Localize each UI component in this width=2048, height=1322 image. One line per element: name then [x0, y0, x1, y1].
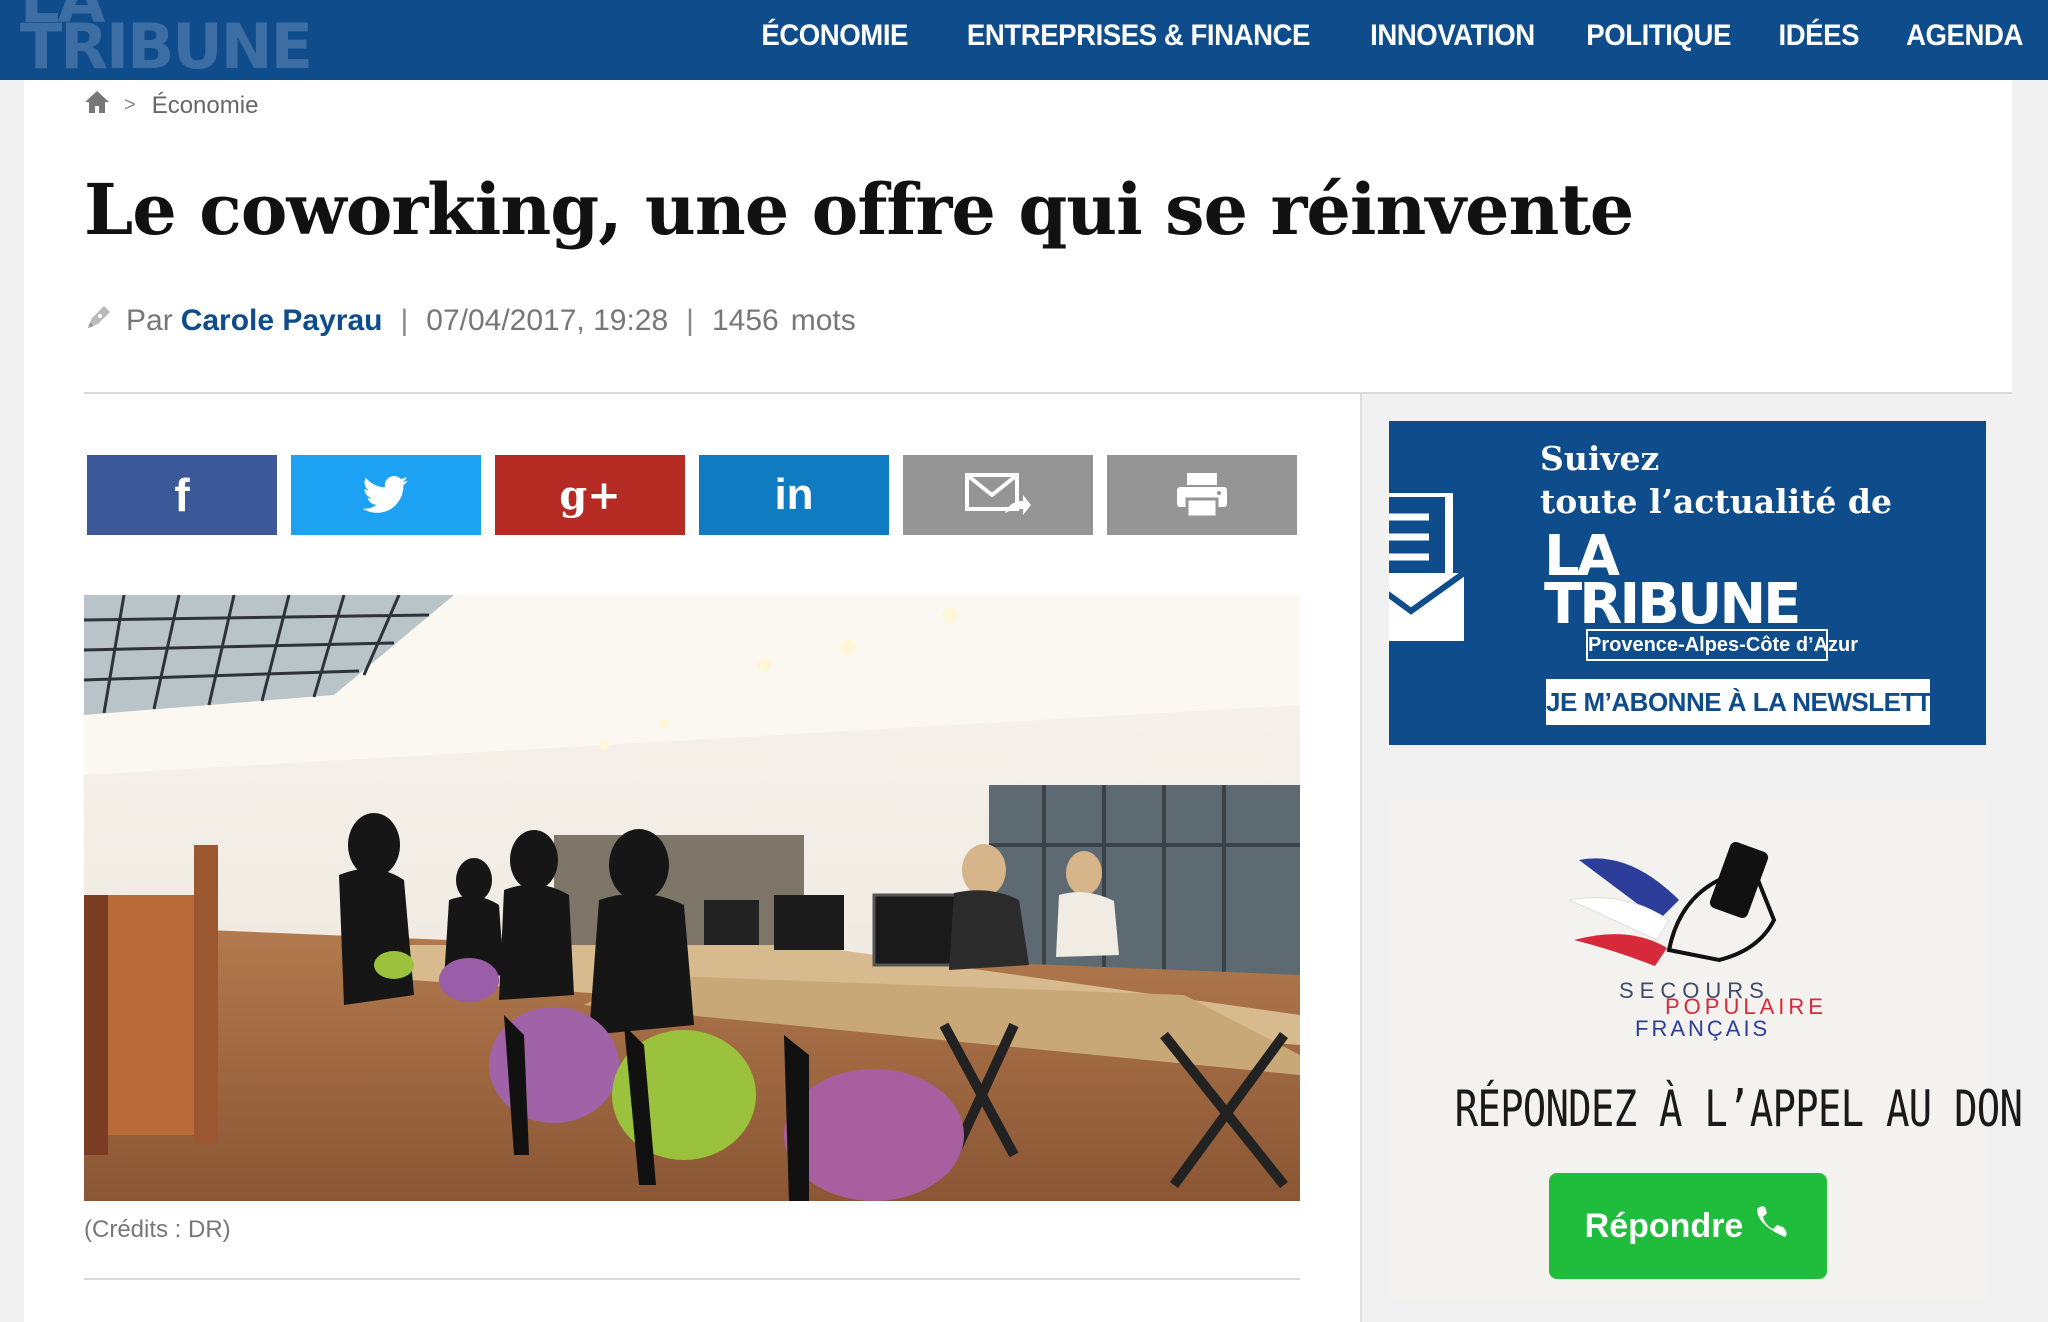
share-linkedin-button[interactable]: in	[699, 455, 889, 535]
mail-forward-icon	[965, 473, 1031, 517]
home-icon[interactable]	[84, 90, 110, 121]
facebook-icon: f	[174, 469, 190, 521]
top-header: LA TRIBUNE ÉCONOMIE ENTREPRISES & FINANC…	[0, 0, 2048, 80]
newsletter-line-2: toute l’actualité de	[1540, 482, 1892, 521]
breadcrumb: > Économie	[84, 90, 258, 121]
share-email-button[interactable]	[903, 455, 1093, 535]
newsletter-brand-2: TRIBUNE	[1544, 572, 1801, 637]
googleplus-icon: g+	[559, 471, 621, 519]
phone-icon	[1743, 1203, 1791, 1250]
main-nav: ÉCONOMIE ENTREPRISES & FINANCE INNOVATIO…	[717, 0, 2028, 72]
donation-ad[interactable]: SECOURS POPULAIRE FRANÇAIS RÉPONDEZ À L’…	[1389, 800, 2023, 1298]
photo-credit: (Crédits : DR)	[84, 1216, 231, 1243]
word-count: 1456	[711, 304, 779, 337]
share-facebook-button[interactable]: f	[87, 455, 277, 535]
nav-idees[interactable]: IDÉES	[1779, 19, 1860, 53]
article-title: Le coworking, une offre qui se réinvente	[84, 168, 1634, 251]
byline-prefix: Par	[126, 304, 173, 337]
newsletter-doc-icon	[1389, 489, 1479, 658]
byline-divider: |	[686, 304, 694, 337]
newsletter-ad[interactable]: Suivez toute l’actualité de LA TRIBUNE P…	[1389, 421, 1986, 745]
breadcrumb-section[interactable]: Économie	[152, 92, 259, 120]
word-count-label: mots	[790, 304, 856, 337]
nav-economie[interactable]: ÉCONOMIE	[761, 19, 908, 53]
donate-button-label: Répondre	[1584, 1206, 1744, 1245]
donation-org-3: FRANÇAIS	[1635, 1016, 1771, 1041]
newsletter-subscribe-button[interactable]: JE M’ABONNE À LA NEWSLETTER	[1546, 679, 1967, 725]
publish-date: 07/04/2017, 19:28	[426, 304, 669, 337]
byline: Par Carole Payrau | 07/04/2017, 19:28 | …	[84, 302, 856, 340]
article-photo	[84, 595, 1300, 1201]
breadcrumb-separator: >	[124, 94, 136, 116]
linkedin-icon: in	[774, 470, 814, 519]
share-twitter-button[interactable]	[291, 455, 481, 535]
byline-divider: |	[400, 304, 409, 337]
nav-agenda[interactable]: AGENDA	[1906, 19, 2023, 53]
newsletter-region: Provence-Alpes-Côte d’Azur	[1586, 629, 1858, 661]
newsletter-brand: LA TRIBUNE	[1544, 529, 1801, 637]
wing-hand-logo	[1567, 840, 1809, 995]
share-googleplus-button[interactable]: g+	[495, 455, 685, 535]
pen-icon	[84, 302, 114, 340]
author-link[interactable]: Carole Payrau	[181, 304, 383, 338]
donation-appeal: RÉPONDEZ À L’APPEL AU DON	[1454, 1080, 2023, 1138]
print-button[interactable]	[1107, 455, 1297, 535]
printer-icon	[1175, 471, 1229, 519]
twitter-icon	[363, 476, 409, 514]
site-logo[interactable]: LA TRIBUNE	[20, 0, 313, 80]
sidebar-divider	[1360, 394, 1362, 1322]
nav-politique[interactable]: POLITIQUE	[1587, 19, 1732, 53]
logo-line-2: TRIBUNE	[20, 10, 313, 80]
donate-button[interactable]: Répondre	[1549, 1173, 1827, 1279]
nav-entreprises-finance[interactable]: ENTREPRISES & FINANCE	[967, 19, 1311, 53]
newsletter-line-1: Suivez	[1540, 439, 1660, 478]
nav-innovation[interactable]: INNOVATION	[1371, 19, 1536, 53]
divider-bottom	[84, 1278, 1300, 1280]
